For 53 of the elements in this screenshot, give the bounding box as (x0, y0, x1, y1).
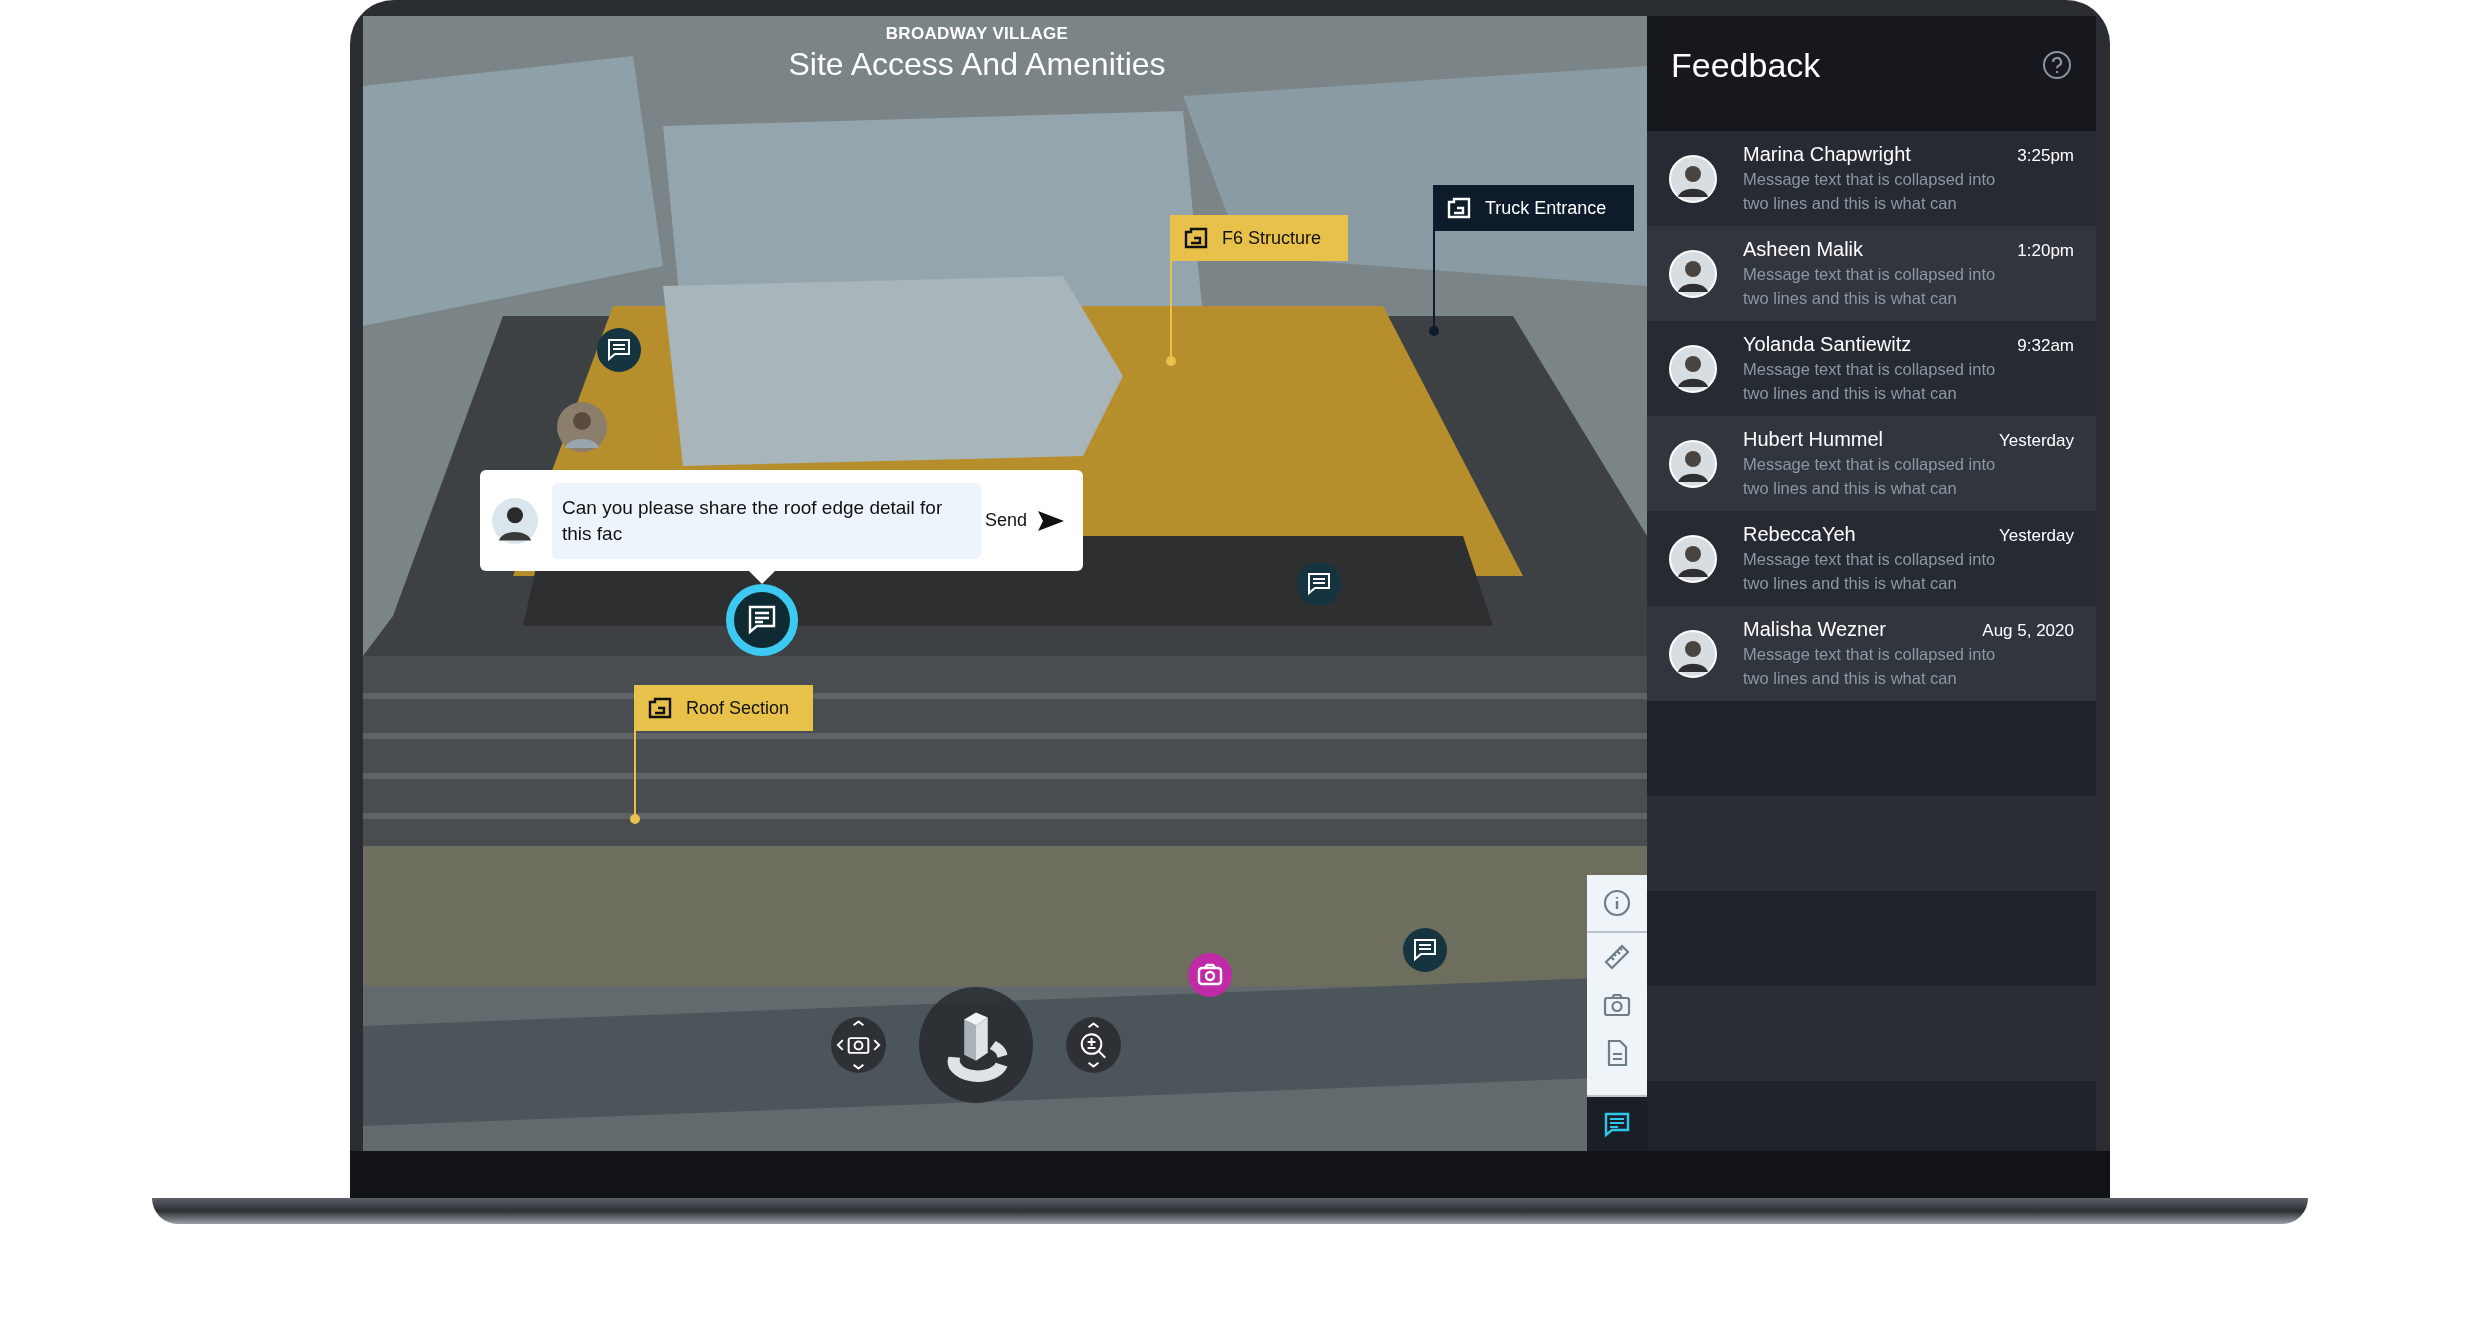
message-preview: Message text that is collapsed into two lines and this is what can (1743, 453, 1997, 499)
message-time: 9:32am (2017, 335, 2074, 356)
comments-tool-button[interactable] (1587, 1095, 1647, 1151)
ruler-icon (1602, 942, 1632, 972)
message-item[interactable]: Yolanda Santiewitz 9:32am Message text that is collapsed into two lines and this is what can (1647, 321, 2096, 416)
user-avatar (1669, 344, 1717, 393)
user-avatar (1669, 534, 1717, 583)
sender-name: Marina Chapwright (1743, 142, 1911, 166)
sender-name: Yolanda Santiewitz (1743, 332, 1912, 356)
floor-plan-icon (646, 696, 674, 720)
send-button[interactable]: Send (980, 505, 1069, 536)
message-time: 1:20pm (2017, 240, 2074, 261)
user-avatar (1669, 439, 1717, 488)
user-avatar (492, 497, 538, 544)
message-time: Aug 5, 2020 (1982, 620, 2074, 641)
view-title: Site Access And Amenities (788, 46, 1166, 83)
info-icon (1602, 888, 1632, 918)
sender-name: Hubert Hummel (1743, 427, 1884, 451)
message-item[interactable]: RebeccaYeh Yesterday Message text that is collapsed into two lines and this is what can (1647, 511, 2096, 606)
message-time: Yesterday (1999, 525, 2074, 546)
floor-plan-icon (1182, 226, 1210, 250)
comment-pin[interactable] (726, 584, 798, 656)
message-preview: Message text that is collapsed into two lines and this is what can (1743, 643, 1997, 689)
user-avatar[interactable] (557, 402, 607, 452)
message-preview: Message text that is collapsed into two lines and this is what can (1743, 263, 1997, 309)
message-preview: Message text that is collapsed into two lines and this is what can (1743, 358, 1997, 404)
message-time: 3:25pm (2017, 145, 2074, 166)
user-avatar (1669, 249, 1717, 298)
message-item[interactable]: Malisha Wezner Aug 5, 2020 Message text that is collapsed into two lines and this is what can (1647, 606, 2096, 701)
send-icon (1037, 509, 1065, 532)
message-preview: Message text that is collapsed into two lines and this is what can (1743, 168, 1997, 214)
message-item[interactable]: Hubert Hummel Yesterday Message text that is collapsed into two lines and this is what can (1647, 416, 2096, 511)
comment-field[interactable]: Can you please share the roof edge detail for this fac (552, 482, 981, 559)
comment-pin[interactable] (597, 328, 641, 372)
floor-plan-icon (1445, 196, 1473, 220)
map-label[interactable]: F6 Structure (1170, 215, 1348, 261)
help-icon[interactable] (2042, 50, 2072, 80)
message-item[interactable]: Marina Chapwright 3:25pm Message text that is collapsed into two lines and this is what can (1647, 131, 2096, 226)
comment-pin[interactable] (1403, 928, 1447, 972)
sender-name: Malisha Wezner (1743, 617, 1887, 641)
message-item[interactable]: Asheen Malik 1:20pm Message text that is collapsed into two lines and this is what can (1647, 226, 2096, 321)
sender-name: RebeccaYeh (1743, 522, 1856, 546)
project-name: BROADWAY VILLAGE (885, 24, 1069, 44)
message-preview: Message text that is collapsed into two lines and this is what can (1743, 548, 1997, 594)
user-avatar (1669, 629, 1717, 678)
map-label[interactable]: Roof Section (634, 685, 813, 731)
panel-title: Feedback (1671, 46, 1821, 85)
user-avatar (1669, 154, 1717, 203)
map-label[interactable]: Truck Entrance (1433, 185, 1634, 231)
comment-pin[interactable] (1297, 562, 1341, 606)
camera-pin[interactable] (1188, 953, 1232, 997)
message-time: Yesterday (1999, 430, 2074, 451)
sender-name: Asheen Malik (1743, 237, 1864, 261)
